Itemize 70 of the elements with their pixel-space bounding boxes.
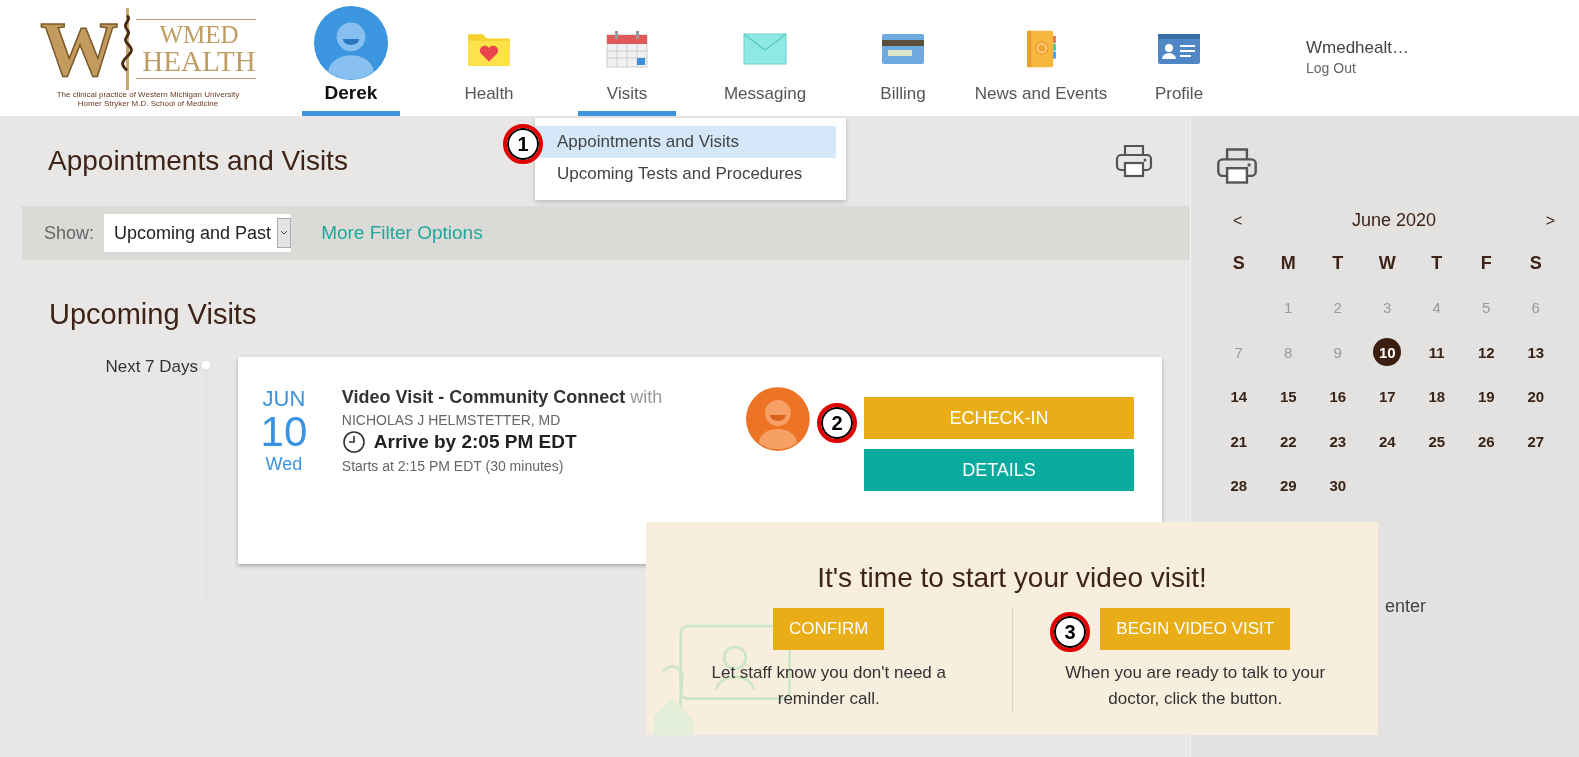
weekday-label: T (1331, 251, 1345, 275)
calendar-day[interactable]: 28 (1224, 471, 1253, 500)
caduceus-icon (120, 8, 135, 90)
weekday-label: F (1479, 251, 1493, 275)
logo-letter: W (40, 10, 119, 88)
filter-label: Show: (44, 222, 95, 244)
calendar-day[interactable]: 20 (1521, 382, 1550, 411)
print-icon[interactable] (1114, 143, 1154, 179)
nav-tab[interactable]: Profile (1110, 0, 1248, 116)
visit-weekday: Wed (265, 453, 303, 475)
nav-tab[interactable]: Visits (558, 0, 696, 116)
weekday-label: T (1430, 251, 1444, 275)
provider-avatar-icon (746, 387, 810, 451)
arrival-time: Arrive by 2:05 PM EDT (373, 431, 577, 453)
calendar-day[interactable]: 19 (1472, 382, 1501, 411)
weekday-label: M (1279, 251, 1297, 275)
calendar-day[interactable]: 15 (1274, 382, 1303, 411)
calendar-day[interactable]: 18 (1422, 382, 1451, 411)
account-name[interactable]: Wmedhealt… (1306, 38, 1409, 58)
visit-title[interactable]: Video Visit - Community Connect with (341, 387, 741, 408)
calendar-icon (604, 29, 650, 69)
nav-tab[interactable]: News and Events (972, 0, 1110, 116)
page-title: Appointments and Visits (48, 145, 348, 177)
step-number-badge: 1 (503, 124, 543, 164)
logo-name: HEALTH (142, 47, 256, 76)
calendar-day[interactable]: 12 (1472, 338, 1501, 367)
logo-tagline: Homer Stryker M.D. School of Medicine (77, 99, 219, 108)
provider-name: NICHOLAS J HELMSTETTER, MD (341, 412, 562, 428)
menu-item[interactable]: Appointments and Visits (535, 126, 836, 158)
weekday-label: S (1528, 251, 1543, 275)
weekday-label: S (1231, 251, 1246, 275)
calendar-day[interactable]: 23 (1323, 427, 1352, 456)
calendar-month: June 2020 (1351, 210, 1437, 231)
calendar-day[interactable]: 26 (1472, 427, 1501, 456)
calendar-day[interactable]: 25 (1422, 427, 1451, 456)
visit-month: JUN (262, 387, 306, 411)
calendar-day[interactable]: 27 (1521, 427, 1550, 456)
calendar-day[interactable]: 13 (1521, 338, 1550, 367)
logo-name: WMED (158, 22, 240, 47)
start-time: Starts at 2:15 PM EDT (30 minutes) (341, 458, 565, 474)
calendar-day[interactable]: 16 (1323, 382, 1352, 411)
previous-month-button[interactable]: < (1233, 211, 1243, 230)
popup-title: It's time to start your video visit! (817, 562, 1207, 594)
calendar-day[interactable]: 29 (1274, 471, 1303, 500)
timeline-label: Next 7 Days (105, 357, 198, 377)
popup-option-text: When you are ready to talk to your doctor, click the button. (1064, 662, 1327, 710)
nav-tab[interactable]: Health (420, 0, 558, 116)
calendar-day[interactable]: 22 (1274, 427, 1303, 456)
user-avatar-icon (314, 6, 388, 80)
section-title: Upcoming Visits (49, 298, 258, 331)
calendar-day[interactable]: 11 (1422, 338, 1451, 367)
nav-tab[interactable]: Messaging (696, 0, 834, 116)
nav-tab[interactable]: Billing (834, 0, 972, 116)
logo-tagline: The clinical practice of Western Michigan University (56, 90, 240, 99)
clock-icon (341, 430, 366, 454)
weekday-label: W (1377, 251, 1397, 275)
popup-option-text: Let staff know you don't need a reminder call. (710, 662, 947, 710)
calendar-day[interactable]: 10 (1373, 338, 1402, 367)
next-month-button[interactable]: > (1545, 211, 1555, 230)
visit-day: 10 (260, 411, 308, 453)
log-out-link[interactable]: Log Out (1306, 60, 1409, 76)
calendar-day[interactable]: 24 (1373, 427, 1402, 456)
nav-tab[interactable]: Derek (282, 0, 420, 116)
show-dropdown[interactable]: Upcoming and Past (104, 214, 292, 252)
calendar-link-text[interactable]: enter (1385, 596, 1427, 617)
calendar-day[interactable]: 14 (1224, 382, 1253, 411)
calendar-day[interactable]: 21 (1224, 427, 1253, 456)
calendar-day[interactable]: 17 (1373, 382, 1402, 411)
print-icon[interactable] (1215, 146, 1259, 186)
calendar-day[interactable]: 30 (1323, 471, 1352, 500)
